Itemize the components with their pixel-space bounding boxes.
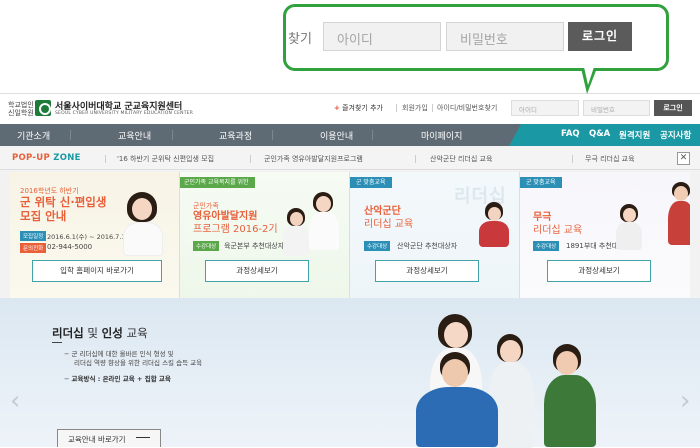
card-title-line2: 리더십 교육 — [364, 219, 414, 230]
popup-tab-mugeuk[interactable]: 무극 리더십 교육 — [585, 154, 635, 164]
mountain-corps-details-button[interactable]: 과정상세보기 — [375, 260, 479, 282]
family-program-details-button[interactable]: 과정상세보기 — [205, 260, 309, 282]
card-title-line1: 군 위탁 신·편입생 — [20, 195, 107, 209]
divider — [432, 104, 433, 112]
next-slide-icon[interactable]: › — [680, 386, 690, 416]
bullet-icon: − — [64, 350, 70, 358]
divider — [52, 342, 62, 343]
callout-login-button[interactable]: 로그인 — [568, 22, 632, 51]
divider — [105, 155, 106, 163]
target-value: 산악군단 추천대상자 — [397, 242, 458, 250]
card-title-line2: 모집 안내 — [20, 209, 67, 223]
nav-item-education-guide[interactable]: 교육안내 — [118, 129, 151, 142]
mugeuk-details-button[interactable]: 과정상세보기 — [547, 260, 651, 282]
hero-description: − 군 리더십에 대한 올바른 인식 형성 및 리더십 역량 향상을 위한 리더… — [64, 350, 203, 367]
popup-card-family-program[interactable]: 군인가족 교육복지를 위한 군인가족 영유아발달지원 프로그램 2016-2기 … — [180, 172, 350, 298]
site-header: 학교법인 신일학원 서울사이버대학교 군교육지원센터 SEOUL CYBER U… — [0, 93, 700, 123]
phone-value: 02-944-5000 — [47, 243, 93, 251]
target-badge: 수강대상 — [364, 241, 391, 251]
main-nav: 기관소개 교육안내 교육과정 이용안내 마이페이지 FAQ Q&A 원격지원 공… — [0, 124, 700, 146]
hero-title: 리더십 및 인성 교육 — [52, 326, 148, 340]
popup-tab-admission[interactable]: '16 하반기 군위탁 신편입생 모집 — [117, 154, 214, 164]
nav-item-courses[interactable]: 교육과정 — [219, 129, 252, 142]
bullet-icon: − — [64, 375, 70, 383]
add-favorites-link[interactable]: + 즐겨찾기 추가 — [334, 103, 383, 113]
header-login-button[interactable]: 로그인 — [654, 100, 692, 116]
divider — [572, 155, 573, 163]
schedule-badge: 모집일정 — [20, 231, 47, 241]
divider — [172, 130, 173, 140]
popup-zone-tabbar: POP-UP ZONE '16 하반기 군위탁 신편입생 모집 군인가족 영유아… — [0, 146, 700, 170]
target-value: 육군본부 추천대상자 — [224, 242, 285, 250]
divider — [415, 155, 416, 163]
target-badge: 수강대상 — [193, 241, 220, 251]
callout-password-input[interactable]: 비밀번호 — [446, 22, 564, 51]
popup-tab-family-program[interactable]: 군인가족 영유아발달지원프로그램 — [264, 154, 363, 164]
divider — [372, 130, 373, 140]
card-title-line1: 무극 — [533, 212, 552, 223]
nav-item-mypage[interactable]: 마이페이지 — [421, 129, 462, 142]
popup-card-mountain-corps[interactable]: 군 맞춤교육 리더십 산악군단 리더십 교육 수강대상 산악군단 추천대상자 과… — [350, 172, 520, 298]
join-link[interactable]: 회원가입 — [402, 103, 428, 113]
hero-method: − 교육방식 : 온라인 교육 + 집합 교육 — [64, 375, 171, 383]
popup-zone: POP-UP ZONE '16 하반기 군위탁 신편입생 모집 군인가족 영유아… — [0, 146, 700, 298]
header-id-input[interactable]: 아이디 — [511, 100, 579, 116]
logo-foundation: 학교법인 신일학원 — [8, 101, 34, 117]
divider — [70, 130, 71, 140]
education-guide-button[interactable]: 교육안내 바로가기 — [57, 429, 161, 447]
divider — [272, 130, 273, 140]
card-title-line1: 영유아발달지원 — [193, 211, 258, 222]
card-title-line1: 산악군단 — [364, 206, 401, 217]
plus-icon: + — [334, 104, 340, 112]
nav-item-about[interactable]: 기관소개 — [17, 129, 50, 142]
previous-slide-icon[interactable]: ‹ — [10, 386, 20, 416]
card-title-line2: 프로그램 2016-2기 — [193, 224, 278, 235]
card-tag: 군 맞춤교육 — [350, 177, 392, 188]
card-subtitle: 군인가족 — [193, 202, 219, 210]
university-emblem-icon[interactable] — [35, 100, 51, 116]
header-password-input[interactable]: 비밀번호 — [583, 100, 650, 116]
hero-banner: 리더십 및 인성 교육 − 군 리더십에 대한 올바른 인식 형성 및 리더십 … — [0, 298, 700, 448]
nav-item-usage-guide[interactable]: 이용안내 — [320, 129, 353, 142]
login-zoom-callout: 찾기 아이디 비밀번호 로그인 — [283, 4, 669, 71]
find-account-link[interactable]: 아이디/비밀번호찾기 — [437, 103, 497, 113]
target-badge: 수강대상 — [533, 241, 560, 251]
close-icon[interactable]: ✕ — [677, 152, 690, 165]
popup-card-mugeuk[interactable]: 군 맞춤교육 무극 리더십 교육 수강대상 1891부대 추천대상자 과정상세보… — [520, 172, 690, 298]
popup-tab-mountain-corps[interactable]: 산악군단 리더십 교육 — [430, 154, 492, 164]
admission-homepage-button[interactable]: 입학 홈페이지 바로가기 — [32, 260, 162, 282]
site-logo-subtitle: SEOUL CYBER UNIVERSITY MILITARY EDUCATIO… — [55, 111, 194, 116]
popup-card-admission[interactable]: 2016학년도 하반기 군 위탁 신·편입생 모집 안내 모집일정 2016.6… — [10, 172, 180, 298]
divider — [250, 155, 251, 163]
nav-faq[interactable]: FAQ — [561, 129, 580, 139]
divider — [396, 104, 397, 112]
callout-pointer-inner — [584, 67, 594, 85]
popup-zone-title: POP-UP ZONE — [12, 153, 81, 163]
nav-remote-support[interactable]: 원격지원 — [619, 129, 650, 141]
nav-qna[interactable]: Q&A — [589, 129, 610, 139]
card-tag: 군인가족 교육복지를 위한 — [180, 177, 255, 188]
card-title-line2: 리더십 교육 — [533, 225, 583, 236]
callout-id-input[interactable]: 아이디 — [323, 22, 441, 51]
phone-badge: 문의전화 — [20, 243, 47, 253]
clipped-find-text: 찾기 — [288, 32, 312, 47]
card-tag: 군 맞춤교육 — [520, 177, 562, 188]
nav-notice[interactable]: 공지사항 — [660, 129, 691, 141]
nav-quick-links: FAQ Q&A 원격지원 공지사항 — [509, 124, 700, 146]
